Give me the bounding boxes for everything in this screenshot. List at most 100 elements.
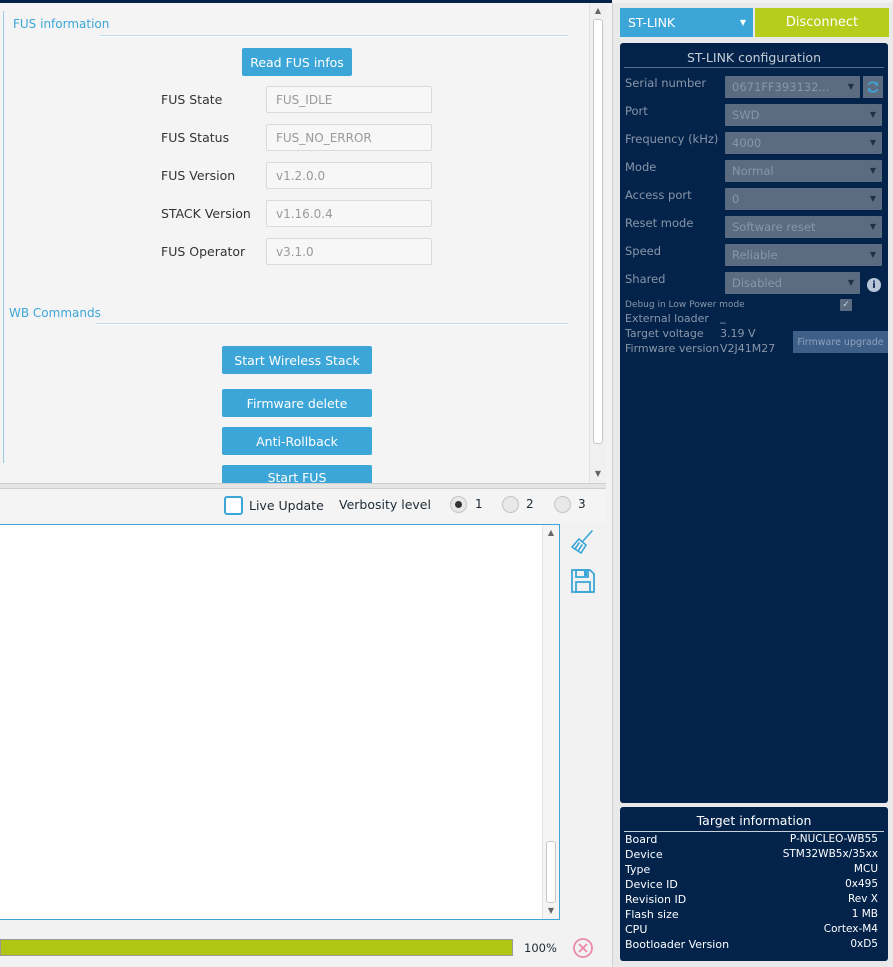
- progress-percent: 100%: [524, 941, 557, 955]
- log-scroll-up-icon[interactable]: ▲: [543, 528, 559, 538]
- live-update-checkbox[interactable]: [224, 496, 243, 515]
- verbosity-option-3: 3: [578, 497, 586, 511]
- debug-low-power-checkbox[interactable]: ✓: [840, 299, 852, 311]
- target-value: Rev X: [847, 893, 878, 905]
- interface-value: ST-LINK: [628, 15, 676, 30]
- log-scroll-thumb[interactable]: [546, 841, 556, 903]
- fus-scroll-thumb[interactable]: [593, 19, 603, 444]
- fus-section-rule: [100, 35, 569, 37]
- stack-version-field[interactable]: v1.16.0.4: [266, 200, 432, 227]
- fus-operator-field[interactable]: v3.1.0: [266, 238, 432, 265]
- target-value: 0x495: [845, 878, 878, 890]
- chevron-down-icon: ▼: [869, 194, 876, 203]
- verbosity-radio-3[interactable]: [554, 496, 571, 513]
- access-port-label: Access port: [625, 188, 692, 202]
- access-port-select[interactable]: 0 ▼: [725, 188, 882, 210]
- firmware-version-label: Firmware version: [625, 342, 720, 355]
- speed-select[interactable]: Reliable ▼: [725, 244, 882, 266]
- log-output[interactable]: ▲ ▼: [0, 524, 560, 920]
- verbosity-radio-2[interactable]: [502, 496, 519, 513]
- brush-clear-icon[interactable]: [570, 529, 596, 557]
- target-info-panel: Target information Board P-NUCLEO-WB55 D…: [620, 807, 888, 961]
- log-scrollbar[interactable]: ▲ ▼: [542, 525, 559, 919]
- target-voltage-value: 3.19 V: [720, 327, 756, 340]
- mode-select[interactable]: Normal ▼: [725, 160, 882, 182]
- target-key: Bootloader Version: [625, 938, 730, 951]
- firmware-version-value: V2J41M27: [720, 342, 776, 355]
- target-value: P-NUCLEO-WB55: [789, 833, 878, 845]
- port-value: SWD: [732, 108, 760, 122]
- start-fus-button[interactable]: Start FUS: [222, 465, 372, 483]
- fus-state-label: FUS State: [161, 92, 223, 107]
- wb-commands-title: WB Commands: [9, 306, 101, 320]
- target-row-type: Type MCU: [625, 863, 878, 878]
- chevron-down-icon: ▼: [869, 222, 876, 231]
- frequency-select[interactable]: 4000 ▼: [725, 132, 882, 154]
- target-info-rule: [624, 831, 884, 832]
- stlink-config-rule: [624, 67, 884, 68]
- stack-version-label: STACK Version: [161, 206, 251, 221]
- disconnect-button[interactable]: Disconnect: [755, 8, 889, 37]
- start-fus-clip: Start FUS: [222, 465, 372, 483]
- reset-mode-select[interactable]: Software reset ▼: [725, 216, 882, 238]
- target-key: Revision ID: [625, 893, 687, 906]
- external-loader-label: External loader: [625, 312, 709, 325]
- chevron-down-icon: ▼: [869, 166, 876, 175]
- start-wireless-stack-button[interactable]: Start Wireless Stack: [222, 346, 372, 374]
- progress-bar: [0, 939, 513, 956]
- serial-number-select[interactable]: 0671FF393132... ▼: [725, 76, 860, 98]
- fus-version-field[interactable]: v1.2.0.0: [266, 162, 432, 189]
- fus-information-title: FUS information: [13, 17, 110, 31]
- read-fus-infos-button[interactable]: Read FUS infos: [242, 48, 352, 76]
- debug-low-power-label: Debug in Low Power mode: [625, 300, 745, 310]
- target-key: Device ID: [625, 878, 678, 891]
- target-key: Flash size: [625, 908, 679, 921]
- port-select[interactable]: SWD ▼: [725, 104, 882, 126]
- mode-label: Mode: [625, 160, 657, 174]
- log-toolbar: Live Update Verbosity level 1 2 3: [0, 489, 606, 523]
- panel-left-rule: [3, 11, 4, 463]
- target-row-device: Device STM32WB5x/35xx: [625, 848, 878, 863]
- target-row-cpu: CPU Cortex-M4: [625, 923, 878, 938]
- frequency-value: 4000: [732, 136, 762, 150]
- verbosity-radio-1[interactable]: [450, 496, 467, 513]
- chevron-down-icon: ▼: [869, 250, 876, 259]
- fus-operator-label: FUS Operator: [161, 244, 246, 259]
- target-value: 1 MB: [851, 908, 878, 920]
- fus-scrollbar[interactable]: ▲ ▼: [589, 3, 606, 483]
- chevron-down-icon: ▼: [847, 278, 854, 287]
- log-scroll-down-icon[interactable]: ▼: [543, 906, 559, 916]
- scroll-up-icon[interactable]: ▲: [590, 6, 606, 16]
- stlink-config-title: ST-LINK configuration: [686, 50, 822, 65]
- chevron-down-icon: ▼: [739, 18, 746, 27]
- speed-label: Speed: [625, 244, 662, 258]
- refresh-icon[interactable]: [863, 76, 883, 98]
- firmware-delete-button[interactable]: Firmware delete: [222, 389, 372, 417]
- shared-label: Shared: [625, 272, 666, 286]
- target-key: CPU: [625, 923, 648, 936]
- target-key: Board: [625, 833, 658, 846]
- fus-state-field[interactable]: FUS_IDLE: [266, 86, 432, 113]
- info-icon[interactable]: i: [867, 278, 881, 292]
- target-row-board: Board P-NUCLEO-WB55: [625, 833, 878, 848]
- reset-mode-label: Reset mode: [625, 216, 694, 230]
- frequency-label: Frequency (kHz): [625, 132, 719, 146]
- port-label: Port: [625, 104, 648, 118]
- external-loader-value: _: [720, 310, 726, 324]
- anti-rollback-button[interactable]: Anti-Rollback: [222, 427, 372, 455]
- save-icon[interactable]: [570, 568, 596, 594]
- scroll-down-icon[interactable]: ▼: [590, 469, 606, 479]
- fus-version-label: FUS Version: [161, 168, 236, 183]
- shared-select[interactable]: Disabled ▼: [725, 272, 860, 294]
- firmware-upgrade-button[interactable]: Firmware upgrade: [793, 331, 888, 353]
- interface-select[interactable]: ST-LINK ▼: [620, 8, 753, 37]
- progress-fill: [1, 940, 512, 955]
- cancel-icon[interactable]: [572, 937, 594, 959]
- target-key: Device: [625, 848, 663, 861]
- live-update-label: Live Update: [249, 498, 324, 513]
- target-value: Cortex-M4: [823, 923, 878, 935]
- verbosity-label: Verbosity level: [339, 497, 431, 512]
- fus-status-field[interactable]: FUS_NO_ERROR: [266, 124, 432, 151]
- mode-value: Normal: [732, 164, 774, 178]
- target-value: MCU: [853, 863, 878, 875]
